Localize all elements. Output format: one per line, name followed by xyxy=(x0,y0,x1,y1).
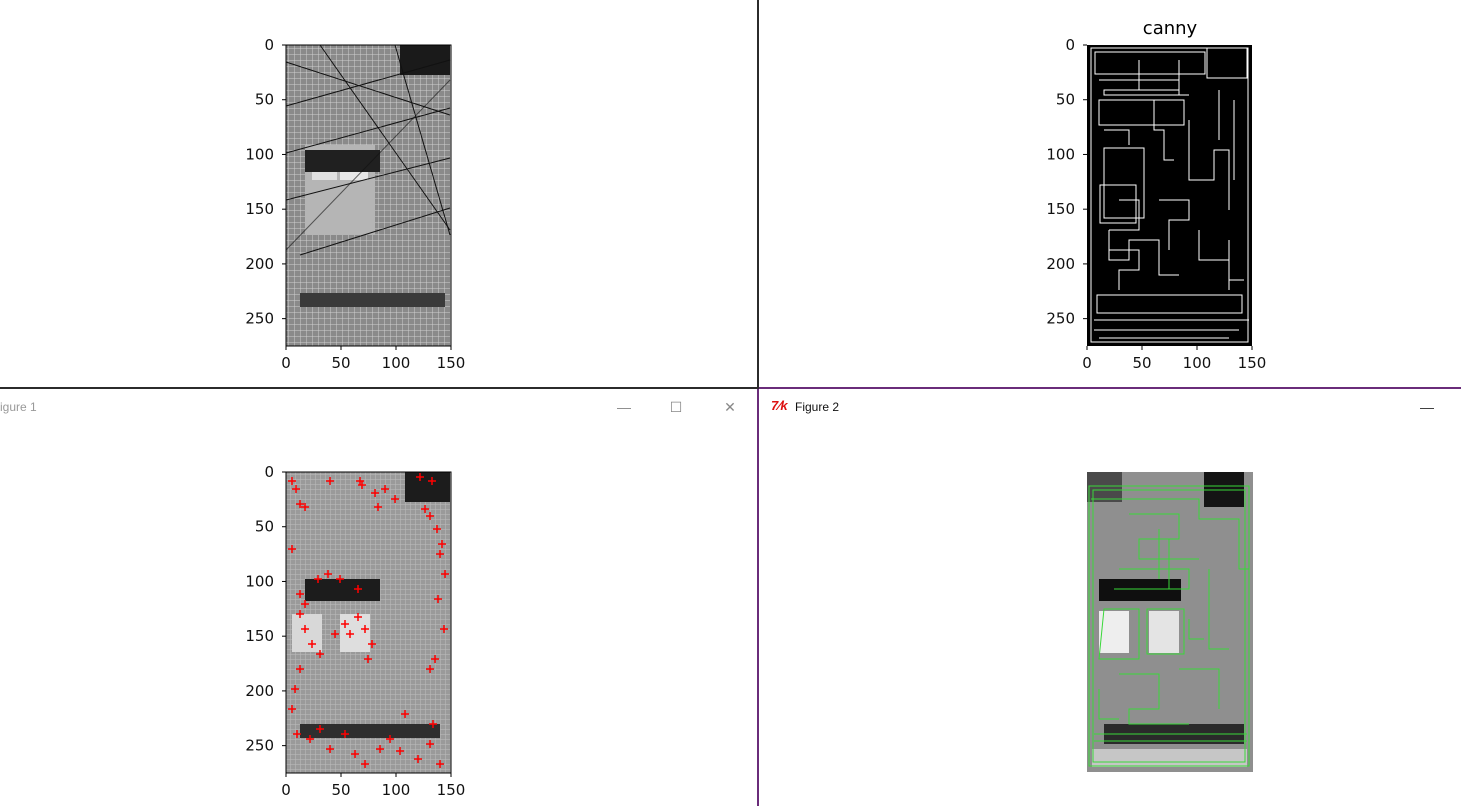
x-tick-label: 0 xyxy=(281,354,291,372)
y-tick-label: 100 xyxy=(245,572,274,590)
top-right-plot: canny 0 50 100 150050100150200250 xyxy=(1046,18,1267,372)
x-tick-label: 50 xyxy=(331,354,350,372)
top-left-image xyxy=(285,44,452,347)
y-tick-label: 150 xyxy=(1046,200,1075,218)
y-tick-label: 200 xyxy=(245,255,274,273)
x-tick-label: 0 xyxy=(281,781,291,799)
top-left-figure-pane: 0 50 100 150 0 50 100 150 200 250 xyxy=(0,0,757,387)
canny-image xyxy=(1087,45,1252,346)
canny-title: canny xyxy=(1143,18,1198,39)
x-tick-label: 100 xyxy=(382,354,411,372)
figure2-active-border-left xyxy=(757,389,759,806)
y-tick-label: 150 xyxy=(245,200,274,218)
y-tick-label: 50 xyxy=(255,518,274,536)
y-tick-label: 250 xyxy=(245,737,274,755)
y-tick-label: 200 xyxy=(245,682,274,700)
figure2-active-border-top xyxy=(759,387,1461,389)
x-tick-label: 150 xyxy=(437,354,466,372)
x-tick-label: 150 xyxy=(1238,354,1267,372)
y-tick-label: 100 xyxy=(245,145,274,163)
y-tick-label: 0 xyxy=(264,36,274,54)
figure2-window: 7⁄k Figure 2 — xyxy=(759,389,1461,806)
corner-image xyxy=(285,471,452,774)
x-tick-label: 100 xyxy=(382,781,411,799)
x-tick-label: 0 xyxy=(1082,354,1092,372)
y-tick-label: 250 xyxy=(245,310,274,328)
figure1-window: igure 1 — ☐ ✕ 0 50 100 150 0 50 100 150 200 250 xyxy=(0,389,757,806)
y-tick-label: 250 xyxy=(1046,310,1075,328)
y-tick-label: 100 xyxy=(1046,145,1075,163)
x-tick-label: 50 xyxy=(331,781,350,799)
y-tick-label: 50 xyxy=(255,91,274,109)
y-tick-label: 50 xyxy=(1056,91,1075,109)
top-right-figure-pane: canny 0 50 100 150 0 50 100 150 200 250 xyxy=(759,0,1461,387)
y-tick-label: 0 xyxy=(264,463,274,481)
contour-image xyxy=(1087,472,1253,772)
y-tick-label: 200 xyxy=(1046,255,1075,273)
bottom-right-plot xyxy=(1087,472,1253,772)
y-tick-label: 0 xyxy=(1065,36,1075,54)
y-tick-label: 150 xyxy=(245,627,274,645)
x-tick-label: 50 xyxy=(1132,354,1151,372)
x-tick-label: 150 xyxy=(437,781,466,799)
bottom-left-plot: 0 50 100 150 0 50 100 150 200 250 xyxy=(245,463,466,799)
top-left-plot: 0 50 100 150 0 50 100 150 200 250 xyxy=(245,36,466,372)
x-tick-label: 100 xyxy=(1183,354,1212,372)
